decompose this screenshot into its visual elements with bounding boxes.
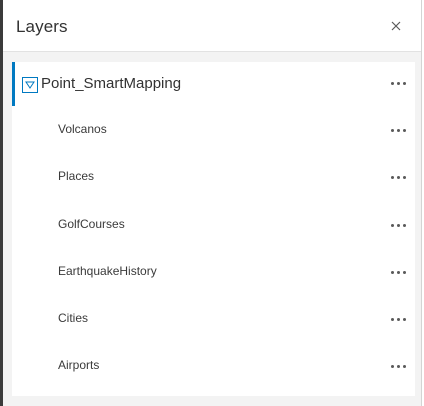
layer-item-title[interactable]: Volcanos [58,122,107,136]
ellipsis-icon [390,175,406,179]
layer-menu-button[interactable] [387,122,409,138]
layer-menu-button[interactable] [387,358,409,374]
layer-item-title[interactable]: GolfCourses [58,217,125,231]
layer-menu-button[interactable] [387,264,409,280]
layer-menu-button[interactable] [387,217,409,233]
layer-item-golfcourses[interactable]: GolfCourses [12,202,415,249]
group-layer-menu-button[interactable] [387,75,409,91]
layer-item-cities[interactable]: Cities [12,296,415,343]
panel-header: Layers [3,0,421,52]
ellipsis-icon [390,223,406,227]
layer-menu-button[interactable] [387,311,409,327]
layer-item-volcanos[interactable]: Volcanos [12,107,415,154]
ellipsis-icon [390,81,406,85]
layer-item-title[interactable]: Airports [58,358,99,372]
selection-indicator [12,62,15,106]
layer-item-earthquakehistory[interactable]: EarthquakeHistory [12,249,415,296]
layer-item-places[interactable]: Places [12,154,415,201]
app-frame: Layers Point_SmartMapping Volcanos Place… [0,0,424,406]
ellipsis-icon [390,270,406,274]
layer-item-title[interactable]: EarthquakeHistory [58,264,157,278]
layer-list: Point_SmartMapping Volcanos Places GolfC… [12,62,415,396]
layer-menu-button[interactable] [387,169,409,185]
expand-toggle-button[interactable] [22,77,38,93]
layer-item-title[interactable]: Places [58,169,94,183]
layer-item-airports[interactable]: Airports [12,343,415,390]
layer-item-title[interactable]: Cities [58,311,88,325]
group-layer-row[interactable]: Point_SmartMapping [12,62,415,106]
ellipsis-icon [390,128,406,132]
panel-title: Layers [16,17,68,36]
group-layer-title[interactable]: Point_SmartMapping [41,75,181,92]
layers-panel: Layers Point_SmartMapping Volcanos Place… [3,0,422,406]
caret-down-icon [25,81,35,89]
close-icon [391,21,401,31]
ellipsis-icon [390,364,406,368]
close-button[interactable] [384,14,408,38]
ellipsis-icon [390,317,406,321]
